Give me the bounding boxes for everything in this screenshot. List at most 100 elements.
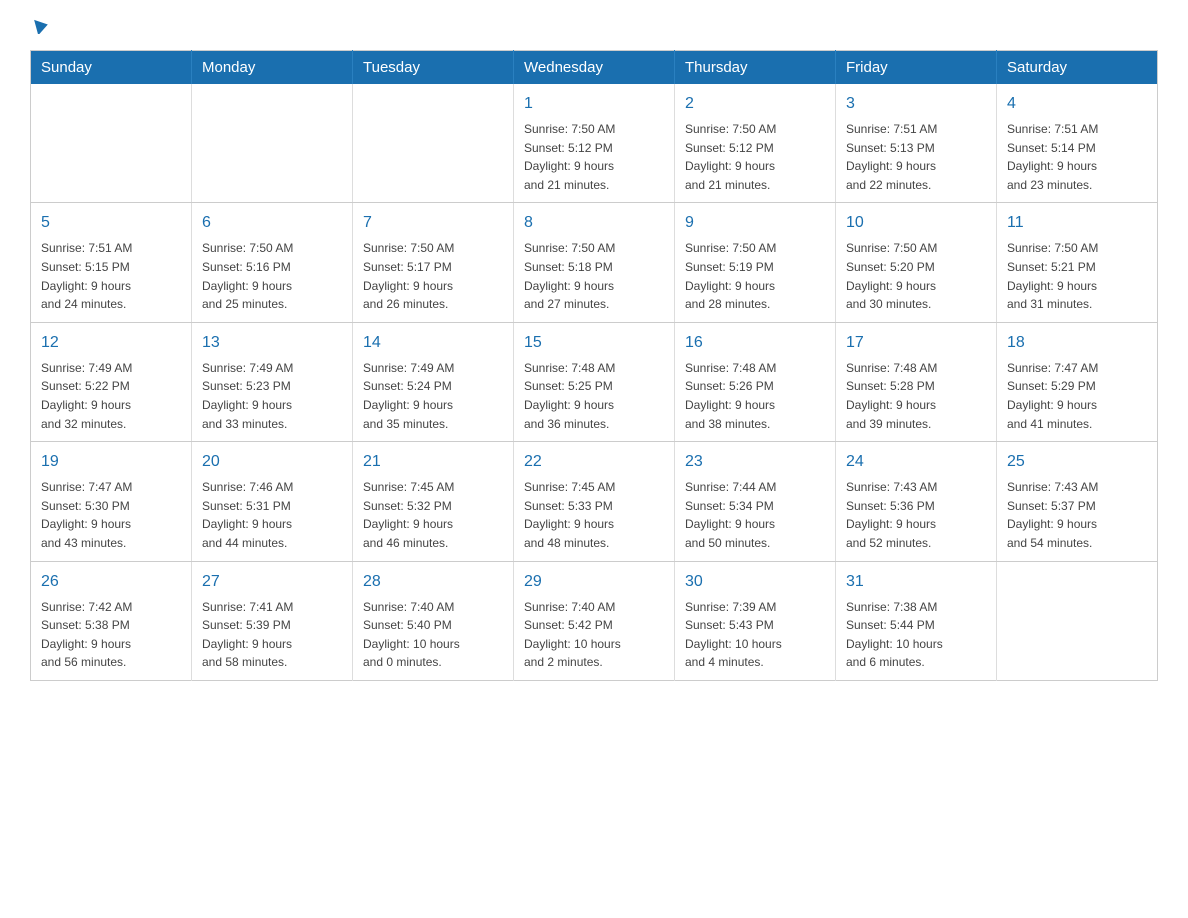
calendar-cell: 28 Sunrise: 7:40 AMSunset: 5:40 PMDayligh…	[353, 561, 514, 680]
day-number: 24	[846, 450, 986, 474]
day-info: Sunrise: 7:50 AMSunset: 5:20 PMDaylight:…	[846, 239, 986, 313]
calendar-body: 1 Sunrise: 7:50 AMSunset: 5:12 PMDaylight…	[31, 84, 1158, 680]
day-info: Sunrise: 7:50 AMSunset: 5:16 PMDaylight:…	[202, 239, 342, 313]
col-header-sunday: Sunday	[31, 51, 192, 85]
calendar-cell: 6 Sunrise: 7:50 AMSunset: 5:16 PMDaylight…	[192, 203, 353, 322]
calendar-header-row: SundayMondayTuesdayWednesdayThursdayFrid…	[31, 51, 1158, 85]
day-info: Sunrise: 7:49 AMSunset: 5:22 PMDaylight:…	[41, 359, 181, 433]
logo-triangle-icon	[32, 16, 50, 34]
calendar-cell	[31, 84, 192, 203]
day-number: 22	[524, 450, 664, 474]
calendar-cell: 18 Sunrise: 7:47 AMSunset: 5:29 PMDayligh…	[997, 322, 1158, 441]
day-number: 29	[524, 570, 664, 594]
day-number: 10	[846, 211, 986, 235]
calendar-cell: 9Sunrise: 7:50 AMSunset: 5:19 PMDaylight…	[675, 203, 836, 322]
day-number: 26	[41, 570, 181, 594]
day-info: Sunrise: 7:47 AMSunset: 5:30 PMDaylight:…	[41, 478, 181, 552]
calendar-week-row: 26 Sunrise: 7:42 AMSunset: 5:38 PMDayligh…	[31, 561, 1158, 680]
day-info: Sunrise: 7:44 AMSunset: 5:34 PMDaylight:…	[685, 478, 825, 552]
day-info: Sunrise: 7:38 AMSunset: 5:44 PMDaylight:…	[846, 598, 986, 672]
day-number: 27	[202, 570, 342, 594]
day-number: 25	[1007, 450, 1147, 474]
col-header-thursday: Thursday	[675, 51, 836, 85]
day-info: Sunrise: 7:50 AMSunset: 5:21 PMDaylight:…	[1007, 239, 1147, 313]
day-number: 19	[41, 450, 181, 474]
day-number: 23	[685, 450, 825, 474]
calendar-cell: 21 Sunrise: 7:45 AMSunset: 5:32 PMDayligh…	[353, 442, 514, 561]
day-info: Sunrise: 7:43 AMSunset: 5:36 PMDaylight:…	[846, 478, 986, 552]
calendar-cell: 14 Sunrise: 7:49 AMSunset: 5:24 PMDayligh…	[353, 322, 514, 441]
day-info: Sunrise: 7:40 AMSunset: 5:40 PMDaylight:…	[363, 598, 503, 672]
calendar-cell: 8 Sunrise: 7:50 AMSunset: 5:18 PMDaylight…	[514, 203, 675, 322]
day-number: 20	[202, 450, 342, 474]
day-info: Sunrise: 7:50 AMSunset: 5:19 PMDaylight:…	[685, 239, 825, 313]
calendar-cell: 10 Sunrise: 7:50 AMSunset: 5:20 PMDayligh…	[836, 203, 997, 322]
day-info: Sunrise: 7:45 AMSunset: 5:32 PMDaylight:…	[363, 478, 503, 552]
day-number: 15	[524, 331, 664, 355]
calendar-week-row: 12 Sunrise: 7:49 AMSunset: 5:22 PMDayligh…	[31, 322, 1158, 441]
calendar-cell: 15 Sunrise: 7:48 AMSunset: 5:25 PMDayligh…	[514, 322, 675, 441]
day-number: 6	[202, 211, 342, 235]
day-number: 13	[202, 331, 342, 355]
calendar-cell: 22Sunrise: 7:45 AMSunset: 5:33 PMDayligh…	[514, 442, 675, 561]
day-number: 8	[524, 211, 664, 235]
calendar-cell: 20Sunrise: 7:46 AMSunset: 5:31 PMDayligh…	[192, 442, 353, 561]
calendar-cell: 5Sunrise: 7:51 AMSunset: 5:15 PMDaylight…	[31, 203, 192, 322]
day-number: 14	[363, 331, 503, 355]
day-number: 21	[363, 450, 503, 474]
day-number: 4	[1007, 92, 1147, 116]
day-number: 11	[1007, 211, 1147, 235]
calendar-cell: 7Sunrise: 7:50 AMSunset: 5:17 PMDaylight…	[353, 203, 514, 322]
calendar-cell: 30 Sunrise: 7:39 AMSunset: 5:43 PMDayligh…	[675, 561, 836, 680]
col-header-tuesday: Tuesday	[353, 51, 514, 85]
day-info: Sunrise: 7:47 AMSunset: 5:29 PMDaylight:…	[1007, 359, 1147, 433]
calendar-cell: 31 Sunrise: 7:38 AMSunset: 5:44 PMDayligh…	[836, 561, 997, 680]
col-header-monday: Monday	[192, 51, 353, 85]
calendar-week-row: 19 Sunrise: 7:47 AMSunset: 5:30 PMDayligh…	[31, 442, 1158, 561]
day-number: 7	[363, 211, 503, 235]
calendar-cell: 23 Sunrise: 7:44 AMSunset: 5:34 PMDayligh…	[675, 442, 836, 561]
day-number: 16	[685, 331, 825, 355]
calendar-cell: 1 Sunrise: 7:50 AMSunset: 5:12 PMDaylight…	[514, 84, 675, 203]
day-number: 1	[524, 92, 664, 116]
day-info: Sunrise: 7:51 AMSunset: 5:13 PMDaylight:…	[846, 120, 986, 194]
day-number: 18	[1007, 331, 1147, 355]
day-number: 30	[685, 570, 825, 594]
logo	[30, 20, 50, 34]
calendar-table: SundayMondayTuesdayWednesdayThursdayFrid…	[30, 50, 1158, 681]
calendar-week-row: 1 Sunrise: 7:50 AMSunset: 5:12 PMDaylight…	[31, 84, 1158, 203]
day-number: 3	[846, 92, 986, 116]
day-info: Sunrise: 7:49 AMSunset: 5:24 PMDaylight:…	[363, 359, 503, 433]
calendar-cell: 29 Sunrise: 7:40 AMSunset: 5:42 PMDayligh…	[514, 561, 675, 680]
calendar-cell: 3 Sunrise: 7:51 AMSunset: 5:13 PMDaylight…	[836, 84, 997, 203]
calendar-week-row: 5Sunrise: 7:51 AMSunset: 5:15 PMDaylight…	[31, 203, 1158, 322]
calendar-cell: 19 Sunrise: 7:47 AMSunset: 5:30 PMDayligh…	[31, 442, 192, 561]
calendar-cell	[997, 561, 1158, 680]
day-number: 17	[846, 331, 986, 355]
day-info: Sunrise: 7:42 AMSunset: 5:38 PMDaylight:…	[41, 598, 181, 672]
day-info: Sunrise: 7:50 AMSunset: 5:18 PMDaylight:…	[524, 239, 664, 313]
calendar-header: SundayMondayTuesdayWednesdayThursdayFrid…	[31, 51, 1158, 85]
calendar-cell: 4Sunrise: 7:51 AMSunset: 5:14 PMDaylight…	[997, 84, 1158, 203]
calendar-cell: 12 Sunrise: 7:49 AMSunset: 5:22 PMDayligh…	[31, 322, 192, 441]
calendar-cell: 17 Sunrise: 7:48 AMSunset: 5:28 PMDayligh…	[836, 322, 997, 441]
day-number: 28	[363, 570, 503, 594]
day-number: 31	[846, 570, 986, 594]
day-info: Sunrise: 7:51 AMSunset: 5:15 PMDaylight:…	[41, 239, 181, 313]
calendar-cell: 24 Sunrise: 7:43 AMSunset: 5:36 PMDayligh…	[836, 442, 997, 561]
day-info: Sunrise: 7:43 AMSunset: 5:37 PMDaylight:…	[1007, 478, 1147, 552]
day-info: Sunrise: 7:48 AMSunset: 5:25 PMDaylight:…	[524, 359, 664, 433]
calendar-cell: 26 Sunrise: 7:42 AMSunset: 5:38 PMDayligh…	[31, 561, 192, 680]
day-number: 12	[41, 331, 181, 355]
calendar-cell: 27Sunrise: 7:41 AMSunset: 5:39 PMDayligh…	[192, 561, 353, 680]
calendar-cell	[192, 84, 353, 203]
calendar-cell: 11 Sunrise: 7:50 AMSunset: 5:21 PMDayligh…	[997, 203, 1158, 322]
day-info: Sunrise: 7:48 AMSunset: 5:28 PMDaylight:…	[846, 359, 986, 433]
calendar-cell: 2Sunrise: 7:50 AMSunset: 5:12 PMDaylight…	[675, 84, 836, 203]
day-info: Sunrise: 7:39 AMSunset: 5:43 PMDaylight:…	[685, 598, 825, 672]
day-info: Sunrise: 7:40 AMSunset: 5:42 PMDaylight:…	[524, 598, 664, 672]
day-info: Sunrise: 7:48 AMSunset: 5:26 PMDaylight:…	[685, 359, 825, 433]
day-info: Sunrise: 7:49 AMSunset: 5:23 PMDaylight:…	[202, 359, 342, 433]
day-info: Sunrise: 7:50 AMSunset: 5:12 PMDaylight:…	[524, 120, 664, 194]
calendar-cell: 25 Sunrise: 7:43 AMSunset: 5:37 PMDayligh…	[997, 442, 1158, 561]
